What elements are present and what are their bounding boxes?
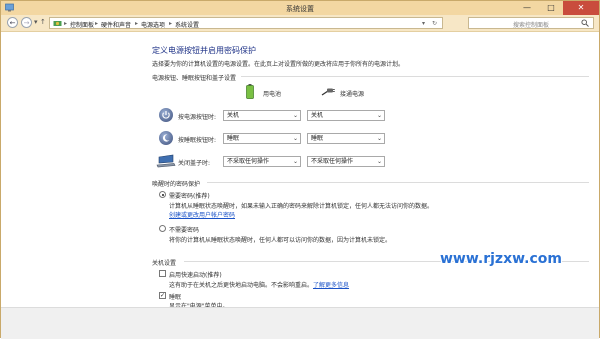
crumb-hardware-sound[interactable]: 硬件和声音 (101, 20, 131, 29)
window-title: 系统设置 (286, 5, 314, 13)
lid-plugged-value: 不采取任何操作 (311, 158, 354, 165)
fast-startup-desc: 这有助于在关机之后更快地启动电脑。不会影响重启。 (169, 282, 314, 289)
power-plugged-select[interactable]: 关机 ⌄ (307, 110, 385, 121)
section-power-buttons: 电源按钮、睡眠按钮和盖子设置 (152, 75, 237, 82)
learn-more-link[interactable]: 了解更多信息 (313, 280, 349, 289)
back-button[interactable]: ← (7, 17, 18, 28)
address-bar: ← → ▾ ↑ ▸ 控制面板 ▸ 硬件和声音 ▸ 电源选项 ▸ 系统设置 ▾ ↻… (1, 15, 599, 32)
sleep-battery-select[interactable]: 睡眠 ⌄ (223, 133, 301, 144)
recent-dropdown-icon[interactable]: ▾ (34, 18, 38, 26)
laptop-lid-icon (156, 154, 176, 168)
no-password-label[interactable]: 不需要密码 (169, 225, 199, 234)
settings-window: 系统设置 — □ ✕ ← → ▾ ↑ ▸ 控制面板 ▸ 硬件和声音 ▸ 电源选项… (0, 0, 600, 339)
require-password-radio[interactable] (159, 191, 166, 198)
chevron-down-icon: ⌄ (292, 112, 298, 119)
section-shutdown: 关机设置 (152, 260, 177, 267)
col-battery-label: 用电池 (263, 91, 282, 98)
power-plugged-value: 关机 (311, 112, 324, 119)
require-password-label[interactable]: 需要密码(推荐) (169, 191, 210, 200)
control-panel-icon (53, 21, 62, 26)
forward-button[interactable]: → (21, 17, 32, 28)
close-button[interactable]: ✕ (563, 1, 599, 15)
search-input[interactable]: 搜索控制面板 (468, 17, 594, 29)
crumb-system-settings[interactable]: 系统设置 (175, 20, 199, 29)
refresh-icon[interactable]: ↻ (432, 20, 437, 27)
lid-battery-select[interactable]: 不采取任何操作 ⌄ (223, 156, 301, 167)
col-plugged-label: 接通电源 (340, 91, 365, 98)
title-bar: 系统设置 — □ ✕ (1, 1, 599, 15)
page-title: 定义电源按钮并启用密码保护 (152, 46, 256, 55)
fast-startup-checkbox[interactable] (159, 270, 166, 277)
page-description: 选择要为你的计算机设置的电源设置。在此页上对设置所做的更改将应用于你所有的电源计… (152, 61, 405, 68)
lid-battery-value: 不采取任何操作 (227, 158, 270, 165)
chevron-down-icon: ⌄ (376, 112, 382, 119)
sleep-label[interactable]: 睡眠 (169, 292, 181, 301)
chevron-down-icon: ⌄ (376, 135, 382, 142)
search-placeholder: 搜索控制面板 (513, 22, 550, 29)
search-icon[interactable] (581, 19, 589, 27)
footer-bar (1, 307, 599, 339)
address-box[interactable]: ▸ 控制面板 ▸ 硬件和声音 ▸ 电源选项 ▸ 系统设置 ▾ ↻ (49, 17, 443, 29)
address-dropdown-icon[interactable]: ▾ (422, 20, 425, 27)
change-password-link[interactable]: 创建或更改用户帐户密码 (169, 210, 235, 219)
row-sleep-label: 按睡眠按钮时: (178, 137, 217, 144)
chevron-down-icon: ⌄ (292, 158, 298, 165)
no-password-desc: 将你的计算机从睡眠状态唤醒时，任何人都可以访问你的数据，因为计算机未锁定。 (169, 237, 392, 244)
no-password-radio[interactable] (159, 225, 166, 232)
section-password: 唤醒时的密码保护 (152, 181, 201, 188)
chevron-down-icon: ⌄ (292, 135, 298, 142)
divider (241, 76, 589, 77)
fast-startup-label[interactable]: 启用快速启动(推荐) (169, 270, 222, 279)
maximize-button[interactable]: □ (539, 1, 563, 15)
sleep-plugged-value: 睡眠 (311, 135, 324, 142)
sleep-button-icon (159, 131, 173, 145)
power-battery-select[interactable]: 关机 ⌄ (223, 110, 301, 121)
lid-plugged-select[interactable]: 不采取任何操作 ⌄ (307, 156, 385, 167)
power-plug-icon (321, 88, 335, 96)
crumb-power-options[interactable]: 电源选项 (141, 20, 165, 29)
minimize-button[interactable]: — (515, 1, 539, 15)
power-battery-value: 关机 (227, 112, 240, 119)
up-button[interactable]: ↑ (40, 18, 46, 26)
chevron-down-icon: ⌄ (376, 158, 382, 165)
crumb-control-panel[interactable]: 控制面板 (70, 20, 94, 29)
sleep-checkbox[interactable]: ✓ (159, 292, 166, 299)
sleep-battery-value: 睡眠 (227, 135, 240, 142)
power-button-icon (159, 108, 173, 122)
row-lid-label: 关闭盖子时: (178, 160, 211, 167)
require-password-desc: 计算机从睡眠状态唤醒时，如果未输入正确的密码来解除计算机锁定，任何人都无法访问你… (169, 203, 434, 210)
battery-icon (246, 84, 254, 99)
site-watermark: www.rjzxw.com (440, 251, 562, 267)
row-power-label: 按电源按钮时: (178, 114, 217, 121)
sleep-plugged-select[interactable]: 睡眠 ⌄ (307, 133, 385, 144)
divider (207, 182, 589, 183)
